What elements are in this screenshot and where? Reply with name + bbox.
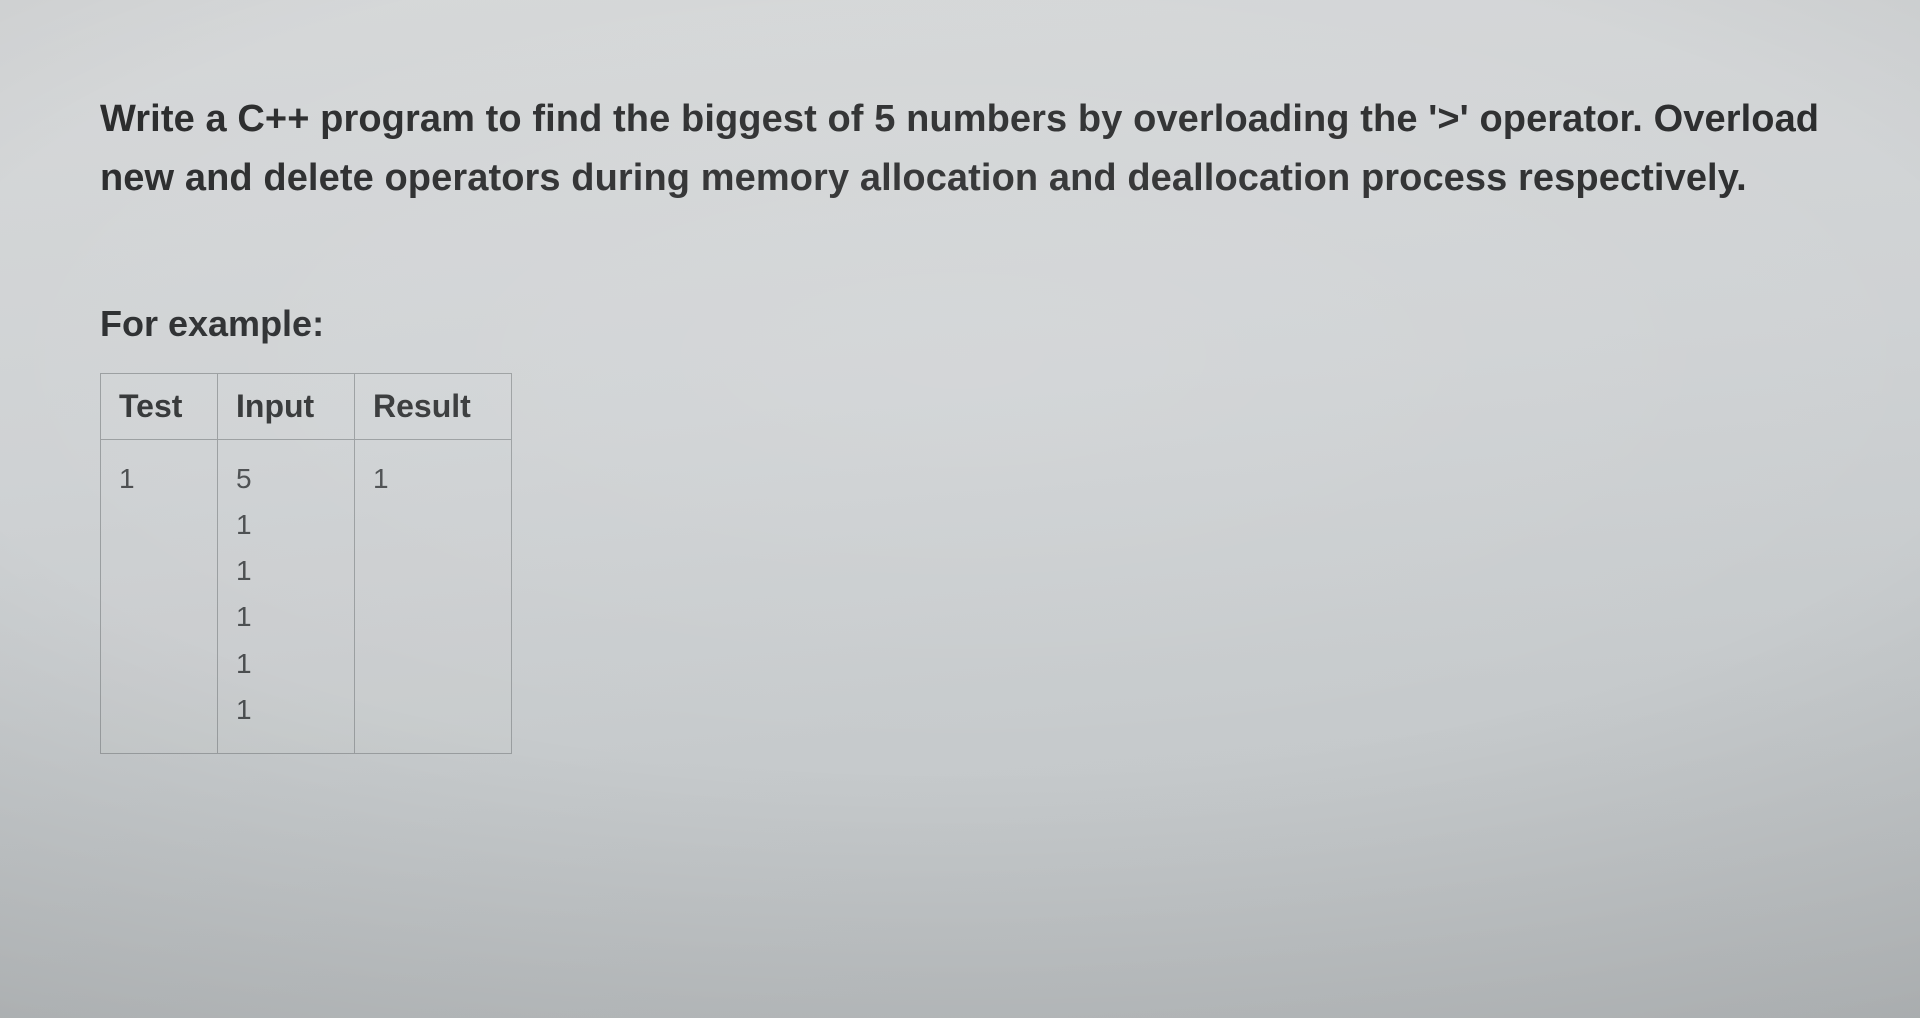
col-header-test: Test	[101, 373, 218, 439]
table-header-row: Test Input Result	[101, 373, 512, 439]
question-page: Write a C++ program to find the biggest …	[0, 0, 1920, 1018]
col-header-input: Input	[218, 373, 355, 439]
cell-input: 5 1 1 1 1 1	[218, 439, 355, 753]
cell-test: 1	[101, 439, 218, 753]
cell-result: 1	[355, 439, 512, 753]
example-table: Test Input Result 1 5 1 1 1 1 1 1	[100, 373, 512, 754]
col-header-result: Result	[355, 373, 512, 439]
question-text: Write a C++ program to find the biggest …	[100, 90, 1820, 208]
example-label: For example:	[100, 303, 1820, 345]
table-row: 1 5 1 1 1 1 1 1	[101, 439, 512, 753]
